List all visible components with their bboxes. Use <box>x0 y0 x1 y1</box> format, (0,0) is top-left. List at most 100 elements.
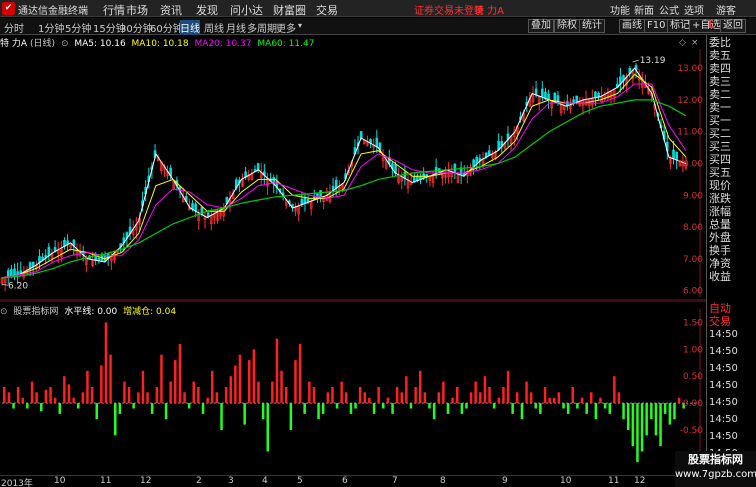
indicator-bar <box>229 376 232 404</box>
indicator-bar <box>137 392 140 404</box>
indicator-bar <box>594 403 598 420</box>
indicator-bar <box>187 403 191 409</box>
period-monthly[interactable]: 月线 <box>226 20 246 35</box>
indicator-tick-label: 1.00 <box>683 345 703 355</box>
indicator-bar <box>26 403 29 409</box>
period-1min[interactable]: 1分钟 <box>38 20 64 35</box>
indicator-bar <box>238 354 242 404</box>
period-fenshi[interactable]: 分时 <box>4 20 24 35</box>
indicator-bar <box>275 338 279 404</box>
period-daily[interactable]: 日线 <box>180 20 200 35</box>
indicator-bar <box>469 392 473 404</box>
indicator-bar <box>677 397 681 404</box>
ma60-value: MA60: 11.47 <box>257 39 315 49</box>
indicator-bar <box>35 392 38 404</box>
auto-trade-label-0[interactable]: 自动 <box>709 303 731 315</box>
close-panel-icon[interactable]: × <box>691 38 699 48</box>
menu-xuanxiang[interactable]: 选项 <box>684 2 704 17</box>
indicator-bar <box>123 381 126 404</box>
period-multi[interactable]: 多周期 <box>247 20 277 35</box>
candle-body <box>541 88 544 98</box>
candle-body <box>534 88 538 96</box>
menu-hangqing[interactable]: 行情 <box>103 2 125 18</box>
menu-shichang[interactable]: 市场 <box>126 2 148 18</box>
menu-caifuquan[interactable]: 财富圈 <box>273 2 306 18</box>
indicator-bar <box>409 403 413 409</box>
indicator-bar <box>234 365 237 404</box>
indicator-bar <box>391 403 394 414</box>
indicator-bar <box>257 381 260 404</box>
period-30min[interactable]: 30分钟 <box>120 20 153 35</box>
menu-youke[interactable]: 游客 <box>716 2 736 17</box>
indicator-bar <box>520 403 524 420</box>
indicator-bar <box>419 370 422 404</box>
menu-faxian[interactable]: 发现 <box>196 2 218 18</box>
price-chart[interactable]: 6.00 7.00 8.00 9.00 10.00 11.00 12.00 13.00 13.… <box>0 35 706 301</box>
watermark-url: www.7gpzb.com <box>675 469 756 480</box>
tick-time: 14:50 <box>709 431 738 442</box>
quote-label-8: 买三 <box>709 140 731 153</box>
expand-icon[interactable]: ◇ <box>679 38 686 48</box>
indicator-bar <box>640 403 644 452</box>
indicator-bar <box>354 403 357 409</box>
indicator-tick-label: -0.50 <box>680 426 704 436</box>
indicator-bar <box>617 392 621 404</box>
indicator-bar <box>40 403 43 412</box>
menu-wenxiaoda[interactable]: 问小达 <box>230 2 263 18</box>
app-window: { "titlebar": { "app_name": "通达信金融终端", "… <box>0 0 756 487</box>
candle-body <box>375 137 379 148</box>
f10-button[interactable]: F10 <box>644 19 669 33</box>
period-weekly[interactable]: 周线 <box>204 20 224 35</box>
indicator-bar <box>456 387 459 404</box>
indicator-bar <box>81 392 85 404</box>
indicator-bar <box>178 344 182 404</box>
indicator-bar <box>44 389 48 404</box>
quote-label-3: 卖三 <box>709 75 731 88</box>
indicator-bar <box>95 403 98 420</box>
date-tick-label: 2 <box>196 476 202 486</box>
overlay-button[interactable]: 叠加 <box>528 19 554 33</box>
indicator-bar <box>576 403 579 409</box>
more-chevron-icon[interactable]: ▾ <box>298 21 302 30</box>
menu-zixun[interactable]: 资讯 <box>160 2 182 18</box>
price-tick-label: 8.00 <box>683 223 703 233</box>
quote-label-13: 涨幅 <box>709 205 731 218</box>
period-5min[interactable]: 5分钟 <box>65 20 91 35</box>
statistics-button[interactable]: 统计 <box>579 19 605 33</box>
indicator-bar <box>86 370 89 404</box>
tick-time: 14:50 <box>709 380 738 391</box>
auto-trade-label-1[interactable]: 交易 <box>709 316 731 328</box>
menu-gongshi[interactable]: 公式 <box>659 2 679 17</box>
indicator-bar <box>557 392 561 404</box>
indicator-bar <box>127 387 131 404</box>
draw-button[interactable]: 画线 <box>619 19 645 33</box>
period-60min[interactable]: 60分钟 <box>150 20 183 35</box>
period-more[interactable]: 更多 <box>276 20 296 35</box>
candle-body <box>359 131 363 139</box>
ma-settings-icon[interactable]: ⊙ <box>61 39 69 49</box>
indicator-bar <box>525 381 528 404</box>
indicator-bar <box>58 403 61 414</box>
price-tick-label: 13.00 <box>677 64 703 74</box>
quote-label-2: 卖四 <box>709 62 731 75</box>
menu-jiaoyi[interactable]: 交易 <box>316 2 338 18</box>
indicator-bar <box>423 392 427 404</box>
candle-body <box>256 163 260 171</box>
candle-body <box>547 93 550 100</box>
menu-gongneng[interactable]: 功能 <box>610 2 630 17</box>
indicator-settings-icon[interactable]: ⊙ <box>0 307 8 317</box>
date-tick-label: 7 <box>392 476 398 486</box>
ma-legend: 特 力A (日线) ⊙ MA5: 10.16 MA10: 10.18 MA20: … <box>0 36 317 49</box>
candle-body <box>594 91 597 98</box>
indicator-bar <box>414 387 417 404</box>
indicator-bar <box>30 381 34 404</box>
indicator-bar <box>63 376 66 404</box>
quote-label-7: 买二 <box>709 127 731 140</box>
indicator-bar <box>206 397 209 404</box>
exright-button[interactable]: 除权 <box>554 19 580 33</box>
indicator-bar <box>483 376 487 404</box>
indicator-chart[interactable]: 1.501.000.500.00-0.50-1.00 <box>0 301 706 475</box>
indicator-bar <box>114 403 117 436</box>
menu-xinmian[interactable]: 新面 <box>634 2 654 17</box>
indicator-bar <box>298 344 302 404</box>
